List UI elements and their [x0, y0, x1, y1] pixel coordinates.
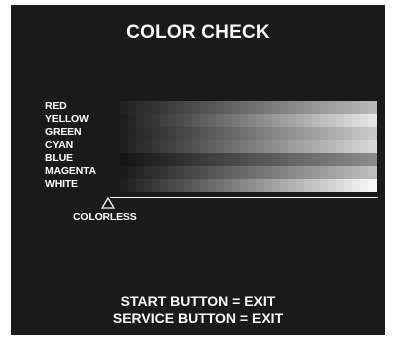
- gradient-bar-cyan: [120, 140, 377, 153]
- color-label-green: GREEN: [45, 126, 82, 138]
- gradient-bar-white: [120, 179, 377, 192]
- color-label-yellow: YELLOW: [45, 113, 89, 125]
- gradient-step: [368, 166, 377, 179]
- gradient-step: [368, 101, 377, 114]
- gradient-bar-blue: [120, 153, 377, 166]
- gradient-step: [368, 127, 377, 140]
- gradient-bar-green: [120, 127, 377, 140]
- color-label-cyan: CYAN: [45, 139, 73, 151]
- color-label-red: RED: [45, 100, 67, 112]
- colorless-marker-icon: [101, 197, 115, 209]
- service-button-exit-text: SERVICE BUTTON = EXIT: [112, 310, 284, 326]
- colorless-label: COLORLESS: [73, 211, 137, 223]
- gradient-step: [368, 179, 377, 192]
- color-label-list: RED YELLOW GREEN CYAN BLUE MAGENTA WHITE: [45, 100, 125, 191]
- gradient-step: [368, 140, 377, 153]
- start-button-exit-text: START BUTTON = EXIT: [120, 293, 276, 309]
- gradient-step: [368, 153, 377, 166]
- color-label-blue: BLUE: [45, 152, 73, 164]
- gradient-step: [368, 114, 377, 127]
- gradient-bar-magenta: [120, 166, 377, 179]
- gradient-bar-yellow: [120, 114, 377, 127]
- color-label-magenta: MAGENTA: [45, 165, 96, 177]
- colorless-baseline: [110, 197, 378, 198]
- color-check-screen: COLOR CHECK RED YELLOW GREEN CYAN BLUE M…: [11, 5, 385, 335]
- screen-title: COLOR CHECK: [126, 22, 270, 43]
- color-label-white: WHITE: [45, 178, 78, 190]
- gradient-bar-red: [120, 101, 377, 114]
- color-gradient-bars: [120, 101, 377, 192]
